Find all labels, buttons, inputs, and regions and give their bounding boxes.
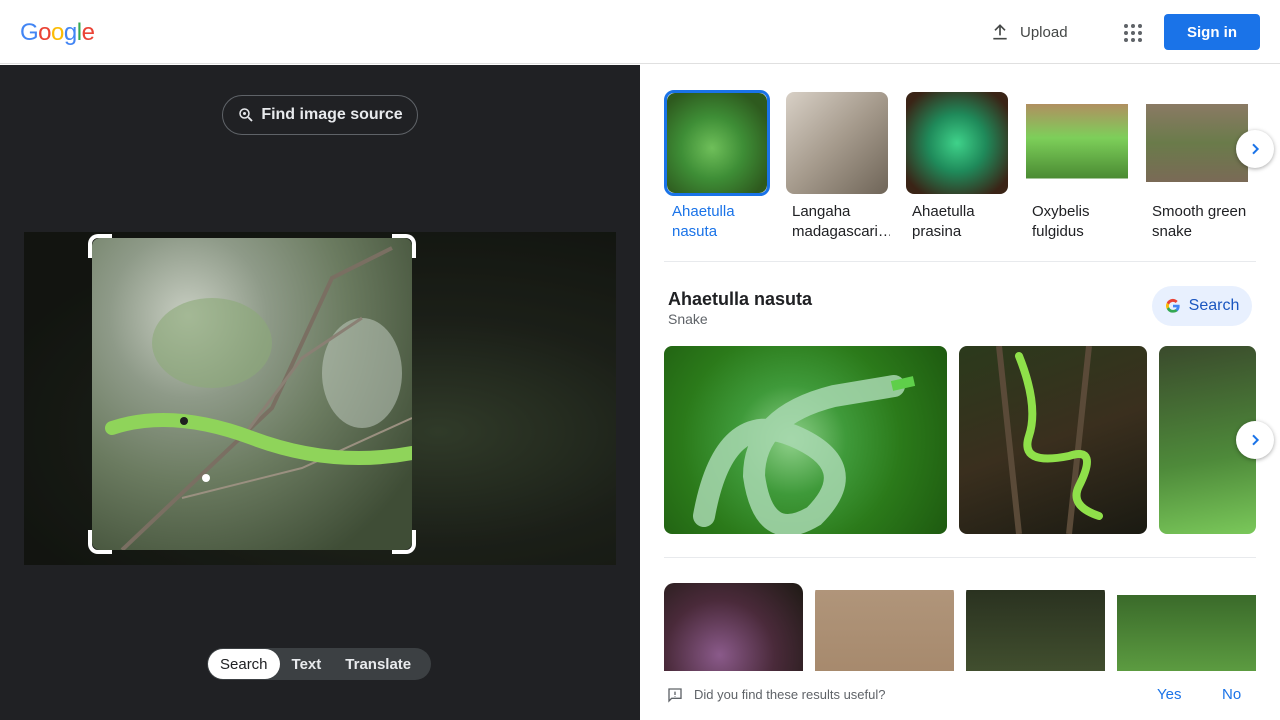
chip-label: Ahaetulla nasuta: [672, 203, 735, 240]
sign-in-button[interactable]: Sign in: [1164, 14, 1260, 50]
chip-oxybelis-fulgidus[interactable]: Oxybelis fulgidus: [1024, 90, 1130, 240]
chips-next-button[interactable]: [1236, 130, 1274, 168]
upload-icon: [993, 24, 1007, 40]
feedback-icon: [668, 688, 682, 703]
feedback-yes-button[interactable]: Yes: [1157, 686, 1181, 703]
apps-grid-icon[interactable]: [1118, 18, 1146, 46]
entity-search-label: Search: [1188, 297, 1240, 314]
mode-text-tab[interactable]: Text: [280, 649, 334, 679]
chip-smooth-green-snake[interactable]: Smooth green snake: [1144, 90, 1250, 240]
entity-search-button[interactable]: Search: [1152, 286, 1252, 326]
find-image-source-label: Find image source: [261, 106, 403, 123]
mode-search-tab[interactable]: Search: [208, 649, 280, 679]
google-logo[interactable]: Google: [20, 19, 95, 47]
feedback-bar: Did you find these results useful? Yes N…: [640, 671, 1280, 720]
mode-switch: Search Text Translate: [207, 648, 431, 680]
chip-ahaetulla-nasuta[interactable]: Ahaetulla nasuta: [664, 90, 770, 240]
query-image-panel: Find image source Search Text Translate: [0, 65, 640, 720]
upload-button[interactable]: Upload: [990, 18, 1068, 46]
entity-title: Ahaetulla nasuta: [668, 289, 813, 309]
chip-label: Oxybelis fulgidus: [1032, 203, 1090, 240]
chip-langaha[interactable]: Langaha madagascari…: [784, 90, 890, 240]
related-chips: Ahaetulla nasuta Langaha madagascari… Ah…: [664, 90, 1250, 240]
chip-ahaetulla-prasina[interactable]: Ahaetulla prasina: [904, 90, 1010, 240]
feedback-question: Did you find these results useful?: [694, 687, 886, 702]
chip-label: Ahaetulla prasina: [912, 203, 975, 240]
chevron-right-icon: [1252, 143, 1260, 155]
mode-translate-tab[interactable]: Translate: [333, 649, 423, 679]
query-image: [24, 232, 616, 565]
google-g-icon: [1165, 298, 1180, 313]
crop-handle-dot[interactable]: [202, 474, 210, 482]
chevron-right-icon: [1252, 434, 1260, 446]
feedback-no-button[interactable]: No: [1222, 686, 1241, 703]
selected-crop-region[interactable]: [92, 238, 412, 550]
find-image-source-button[interactable]: Find image source: [222, 95, 418, 135]
section-divider: [664, 557, 1256, 558]
lens-search-icon: [239, 108, 253, 122]
results-panel: Ahaetulla nasuta Langaha madagascari… Ah…: [640, 65, 1280, 720]
entity-subtitle: Snake: [668, 311, 708, 327]
top-bar: Google Upload Sign in: [0, 0, 1280, 64]
upload-label: Upload: [1020, 23, 1068, 41]
images-next-button[interactable]: [1236, 421, 1274, 459]
result-image[interactable]: [664, 346, 947, 534]
result-image[interactable]: [959, 346, 1147, 534]
section-divider: [664, 261, 1256, 262]
chip-label: Langaha madagascari…: [792, 203, 890, 240]
chip-label: Smooth green snake: [1152, 203, 1247, 240]
